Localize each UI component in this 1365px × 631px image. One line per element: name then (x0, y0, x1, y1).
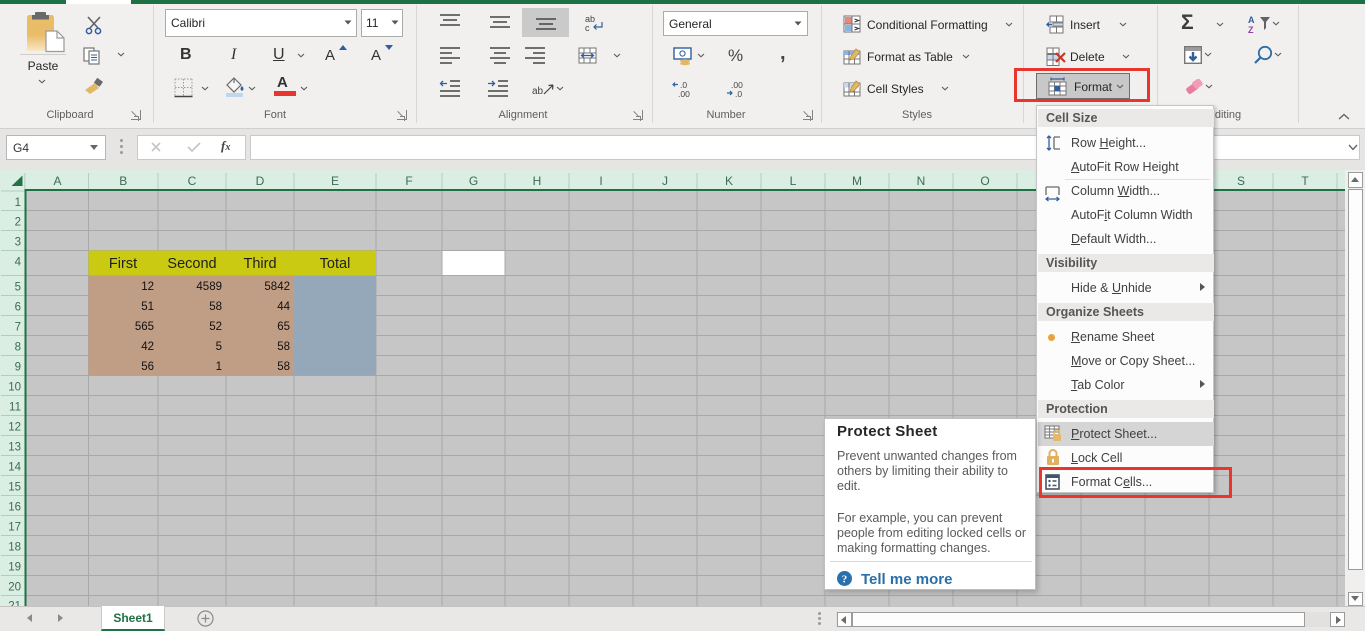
svg-text:14: 14 (8, 462, 21, 474)
svg-text:4589: 4589 (196, 281, 222, 293)
svg-text:16: 16 (8, 502, 21, 514)
svg-text:N: N (917, 174, 926, 188)
svg-text:65: 65 (277, 321, 290, 333)
svg-text:A: A (1248, 15, 1255, 25)
svg-text:L: L (790, 174, 797, 188)
svg-text:42: 42 (141, 341, 154, 353)
svg-text:17: 17 (8, 522, 21, 534)
svg-text:58: 58 (277, 361, 290, 373)
svg-text:58: 58 (277, 341, 290, 353)
svg-text:?: ? (842, 574, 848, 586)
svg-text:B: B (119, 174, 127, 188)
svg-text:M: M (852, 174, 862, 188)
svg-text:10: 10 (8, 382, 21, 394)
svg-text:3: 3 (15, 237, 21, 249)
svg-text:8: 8 (15, 342, 21, 354)
svg-text:G: G (469, 174, 478, 188)
svg-text:D: D (256, 174, 265, 188)
svg-text:9: 9 (15, 362, 21, 374)
svg-text:15: 15 (8, 482, 21, 494)
svg-text:2: 2 (15, 217, 21, 229)
svg-text:12: 12 (141, 281, 154, 293)
svg-text:18: 18 (8, 542, 21, 554)
svg-text:K: K (725, 174, 733, 188)
svg-text:7: 7 (15, 322, 21, 334)
svg-text:.0: .0 (735, 89, 742, 98)
svg-text:1: 1 (216, 361, 222, 373)
svg-text:11: 11 (9, 402, 21, 414)
svg-text:Second: Second (167, 256, 216, 272)
svg-text:c: c (585, 23, 590, 33)
svg-text:T: T (1301, 174, 1309, 188)
svg-text:565: 565 (135, 321, 154, 333)
svg-text:O: O (980, 174, 989, 188)
svg-text:S: S (1237, 174, 1245, 188)
svg-text:F: F (405, 174, 412, 188)
svg-text:51: 51 (141, 301, 154, 313)
svg-text:58: 58 (209, 301, 222, 313)
svg-text:44: 44 (277, 301, 290, 313)
svg-text:6: 6 (15, 302, 21, 314)
svg-text:.00: .00 (678, 89, 690, 98)
svg-text:5: 5 (15, 282, 21, 294)
svg-text:5: 5 (216, 341, 222, 353)
svg-text:52: 52 (209, 321, 222, 333)
svg-text:20: 20 (8, 582, 21, 594)
svg-text:H: H (533, 174, 542, 188)
svg-text:12: 12 (8, 422, 21, 434)
svg-text:1: 1 (15, 197, 21, 209)
svg-text:J: J (662, 174, 668, 188)
svg-text:I: I (599, 174, 602, 188)
svg-text:E: E (331, 174, 339, 188)
svg-text:ab: ab (532, 86, 544, 97)
svg-text:4: 4 (15, 257, 22, 269)
svg-text:13: 13 (8, 442, 21, 454)
svg-text:Total: Total (320, 256, 351, 272)
svg-text:Z: Z (1248, 25, 1254, 35)
svg-text:56: 56 (141, 361, 154, 373)
svg-text:Third: Third (243, 256, 276, 272)
svg-text:5842: 5842 (264, 281, 290, 293)
svg-text:19: 19 (8, 562, 21, 574)
svg-text:A: A (53, 174, 61, 188)
svg-text:C: C (188, 174, 197, 188)
svg-text:First: First (109, 256, 137, 272)
